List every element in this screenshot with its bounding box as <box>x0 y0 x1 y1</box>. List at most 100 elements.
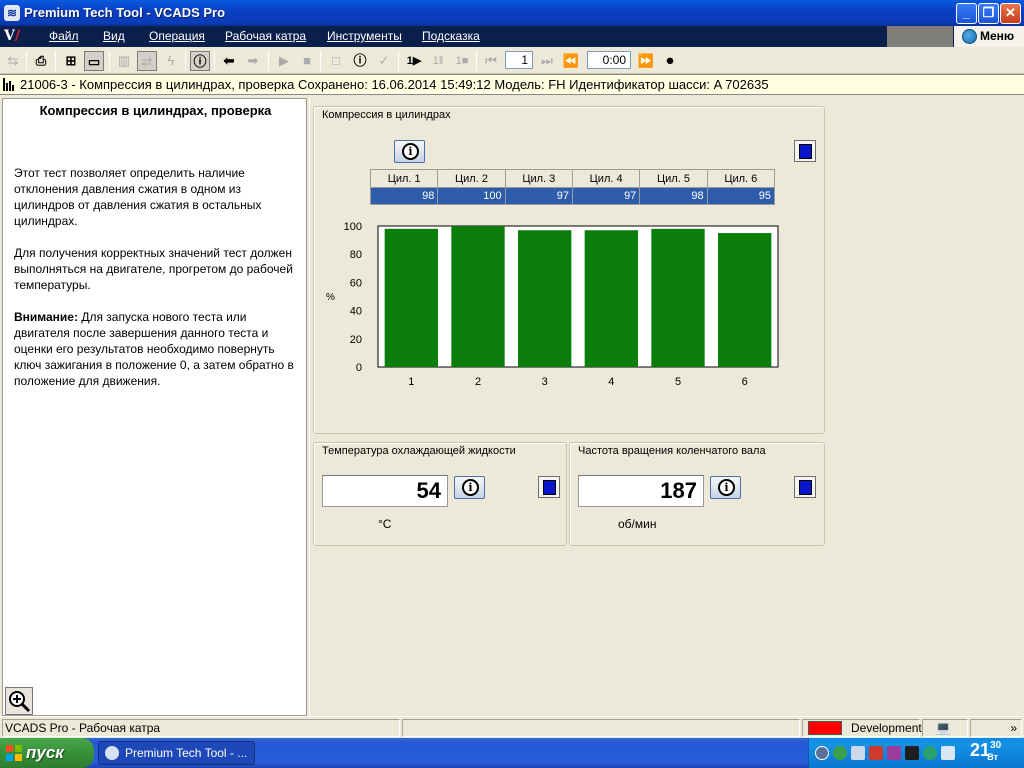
cylinder-header-5: Цил. 5 <box>639 169 708 188</box>
transfer-icon[interactable]: ⇆ <box>3 51 23 71</box>
close-button[interactable]: ✕ <box>1000 3 1021 24</box>
tray-collapse-icon[interactable] <box>815 746 829 760</box>
menu-help[interactable]: Подсказка <box>422 29 480 43</box>
toolbar-separator <box>109 51 110 71</box>
fast-forward-icon[interactable]: ⏩ <box>636 51 656 71</box>
minimize-button[interactable]: _ <box>956 3 977 24</box>
tray-globe-icon[interactable] <box>923 746 937 760</box>
start-button[interactable]: пуск <box>0 738 94 768</box>
step-pause-icon[interactable]: 1‖ <box>428 51 448 71</box>
menu-view[interactable]: Вид <box>103 29 125 43</box>
toolbar-separator <box>398 51 399 71</box>
bar-chart-icon[interactable]: ▥ <box>114 51 134 71</box>
cylinder-value-4: 97 <box>571 187 641 205</box>
coolant-info-button[interactable]: i <box>454 476 485 499</box>
compression-info-button[interactable]: i <box>394 140 425 163</box>
info-icon: i <box>718 479 735 496</box>
tray-network-icon[interactable] <box>833 746 847 760</box>
cylinder-table: Цил. 1 Цил. 2 Цил. 3 Цил. 4 Цил. 5 Цил. … <box>369 169 776 205</box>
main-menu-label: Меню <box>980 29 1015 43</box>
mode-color-swatch <box>808 721 842 735</box>
last-icon[interactable]: ⏭ <box>537 51 557 71</box>
zoom-in-button[interactable] <box>5 687 33 715</box>
magnifier-icon <box>9 691 31 713</box>
print-icon[interactable]: ⎙ <box>31 51 51 71</box>
step-stop-icon[interactable]: 1■ <box>452 51 472 71</box>
toolbar-separator <box>476 51 477 71</box>
crankshaft-rpm-unit: об/мин <box>618 517 657 531</box>
first-icon[interactable]: ⏮ <box>481 51 501 71</box>
taskbar-clock[interactable]: 2130Вт <box>970 740 1012 762</box>
cylinder-header-6: Цил. 6 <box>706 169 776 188</box>
panel-view-icon[interactable]: ▭ <box>84 51 104 71</box>
cylinder-header-1: Цил. 1 <box>369 169 439 188</box>
x-axis: 1 2 3 4 5 6 <box>408 376 747 388</box>
y-tick-label: 100 <box>344 221 362 233</box>
tray-signal-icon[interactable] <box>851 746 865 760</box>
cylinder-table-row[interactable]: 98 100 97 97 98 95 <box>369 187 776 205</box>
bar-cylinder-5 <box>651 228 705 367</box>
status-empty-cell <box>402 719 800 737</box>
clock-day: Вт <box>987 752 998 762</box>
coolant-temp-title: Температура охлаждающей жидкости <box>322 445 516 457</box>
x-tick-label: 4 <box>608 376 614 388</box>
description-paragraph-2: Для получения корректных значений тест д… <box>14 246 293 292</box>
stop-icon[interactable]: ■ <box>297 51 317 71</box>
tray-display-icon[interactable] <box>905 746 919 760</box>
taskbar-app-button[interactable]: Premium Tech Tool - ... <box>98 741 255 765</box>
system-tray: 2130Вт <box>808 738 1024 768</box>
back-arrow-icon[interactable]: ⬅ <box>219 51 239 71</box>
x-tick-label: 5 <box>675 376 681 388</box>
rewind-icon[interactable]: ⏪ <box>561 51 581 71</box>
tray-update-icon[interactable] <box>869 746 883 760</box>
y-tick-label: 40 <box>350 306 362 318</box>
coolant-temp-unit: °C <box>378 517 392 531</box>
square-icon[interactable]: □ <box>326 51 346 71</box>
windows-taskbar: пуск Premium Tech Tool - ... 2130Вт <box>0 738 1024 768</box>
bar-cylinder-1 <box>384 228 438 367</box>
chevron-right-icon: » <box>1010 721 1017 735</box>
rpm-info-button[interactable]: i <box>710 476 741 499</box>
info-icon: i <box>402 143 419 160</box>
connection-cell: 💻 <box>922 719 968 737</box>
lightning-icon[interactable]: ϟ <box>161 51 181 71</box>
restore-button[interactable]: ❐ <box>978 3 999 24</box>
y-tick-label: 20 <box>350 334 362 346</box>
description-panel: Компрессия в цилиндрах, проверка Этот те… <box>2 98 307 716</box>
info-icon[interactable]: ⓘ <box>190 51 210 71</box>
toolbar-separator <box>185 51 186 71</box>
menu-operation[interactable]: Операция <box>149 29 205 43</box>
app-icon[interactable]: ≋ <box>4 5 20 21</box>
play-icon[interactable]: ▶ <box>274 51 294 71</box>
time-input[interactable]: 0:00 <box>587 51 631 69</box>
toolbar-separator <box>26 51 27 71</box>
crankshaft-rpm-value: 187 <box>578 475 704 507</box>
swap-icon[interactable]: ⇄ <box>137 51 157 71</box>
menu-file[interactable]: Файл <box>49 29 79 43</box>
start-label: пуск <box>26 743 64 762</box>
tray-flag-icon[interactable] <box>887 746 901 760</box>
bar-cylinder-2 <box>451 226 505 367</box>
bar-cylinder-3 <box>518 230 572 367</box>
step-play-icon[interactable]: 1▶ <box>404 51 424 71</box>
mode-label: Development <box>851 721 922 735</box>
laptop-icon[interactable]: 💻 <box>935 720 951 736</box>
expand-cell[interactable]: » <box>970 719 1022 737</box>
tray-device-icon[interactable] <box>941 746 955 760</box>
info-bubble-icon[interactable]: ⓘ <box>350 51 370 71</box>
toolbar-separator <box>214 51 215 71</box>
main-menu-button[interactable]: Меню <box>954 26 1024 47</box>
windows-flag-icon <box>6 745 22 761</box>
menu-tools[interactable]: Инструменты <box>327 29 402 43</box>
status-bar: VCADS Pro - Рабочая катра Development 💻 … <box>0 716 1024 738</box>
toolbar-separator <box>320 51 321 71</box>
forward-arrow-icon[interactable]: ➡ <box>243 51 263 71</box>
compression-group: Компрессия в цилиндрах i Цил. 1 Цил. 2 Ц… <box>313 106 825 434</box>
menu-work-card[interactable]: Рабочая катра <box>225 29 306 43</box>
check-icon[interactable]: ✓ <box>374 51 394 71</box>
x-tick-label: 6 <box>742 376 748 388</box>
y-tick-label: 0 <box>356 362 362 374</box>
tree-view-icon[interactable]: ⊞ <box>61 51 81 71</box>
step-input[interactable]: 1 <box>505 51 533 69</box>
record-icon[interactable]: ⏺ <box>660 51 680 71</box>
